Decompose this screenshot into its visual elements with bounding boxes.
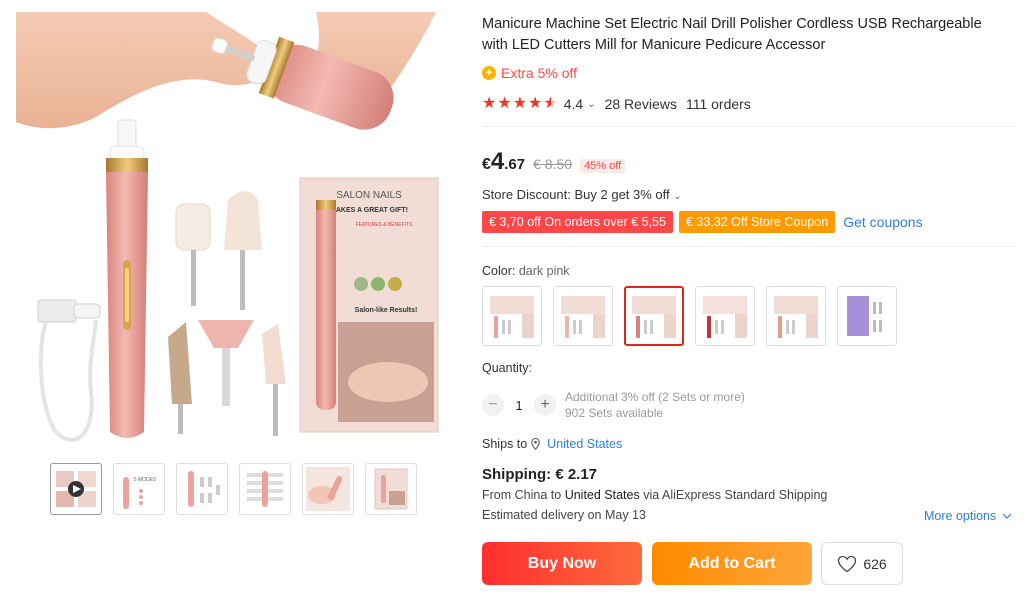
discount-badge: 45% off <box>580 159 626 173</box>
selected-color: dark pink <box>518 264 570 278</box>
star-icon: ★ <box>497 95 512 112</box>
color-swatch-2[interactable] <box>553 286 613 346</box>
thumbnail-2[interactable]: 5 MODES <box>113 463 165 515</box>
thumbnail-strip: 5 MODES <box>50 463 417 515</box>
divider <box>482 126 1016 127</box>
usage-thumb-icon <box>306 467 350 511</box>
quantity-notes: Additional 3% off (2 Sets or more) 902 S… <box>565 389 745 421</box>
swatch-image-icon <box>632 296 676 338</box>
color-label-text: Color: <box>482 264 516 278</box>
product-title: Manicure Machine Set Electric Nail Drill… <box>482 16 982 53</box>
shipping-from: From China to <box>482 488 562 502</box>
increase-quantity-button[interactable]: + <box>534 394 556 416</box>
more-shipping-options[interactable]: More options <box>924 509 1012 523</box>
location-pin-icon <box>531 438 540 450</box>
color-swatch-6[interactable] <box>837 286 897 346</box>
bulk-discount-note: Additional 3% off (2 Sets or more) <box>565 390 745 404</box>
color-swatch-5[interactable] <box>766 286 826 346</box>
modes-thumb-icon: 5 MODES <box>123 477 157 509</box>
extra-discount-label: Extra 5% off <box>501 65 578 81</box>
quantity-stepper: − 1 + Additional 3% off (2 Sets or more)… <box>482 389 745 421</box>
buy-now-button[interactable]: Buy Now <box>482 542 642 585</box>
color-swatch-1[interactable] <box>482 286 542 346</box>
shipping-via: via AliExpress Standard Shipping <box>643 488 828 502</box>
swatch-image-icon <box>561 296 605 338</box>
swatch-image-icon <box>703 296 747 338</box>
thumb-label: 5 MODES <box>134 477 157 483</box>
star-icon: ★ <box>528 95 543 112</box>
stock-available: 902 Sets available <box>565 406 664 420</box>
price: € 4 .67 € 8.50 45% off <box>482 148 626 176</box>
wishlist-count: 626 <box>863 555 887 572</box>
main-product-image[interactable]: SALON NAILS MAKES A GREAT GIFT! FEATURES… <box>16 12 452 452</box>
ships-to-label: Ships to <box>482 437 528 451</box>
half-star-icon: ★ <box>543 95 558 112</box>
quantity-value[interactable]: 1 <box>504 398 534 413</box>
color-swatch-3-selected[interactable] <box>624 286 684 346</box>
shipping-route: From China to United States via AliExpre… <box>482 488 827 502</box>
specs-thumb-icon <box>247 471 283 507</box>
box-thumb-icon <box>374 468 408 510</box>
box-heading: SALON NAILS <box>336 190 402 201</box>
thumbnail-1[interactable] <box>50 463 102 515</box>
coin-plus-icon: + <box>482 66 496 80</box>
extra-discount: + Extra 5% off <box>482 65 577 81</box>
chevron-down-icon: ⌄ <box>673 191 682 202</box>
shipping-destination: United States <box>564 488 640 502</box>
box-sub: MAKES A GREAT GIFT! <box>330 207 408 214</box>
swatch-image-icon <box>774 296 818 338</box>
rating-row: ★ ★ ★ ★ ★ 4.4 ⌄ 28 Reviews 111 orders <box>482 96 751 113</box>
chevron-down-icon[interactable]: ⌄ <box>587 99 595 110</box>
divider <box>482 246 1016 247</box>
nail-drill-set-illustration: SALON NAILS MAKES A GREAT GIFT! FEATURES… <box>16 12 439 442</box>
box-features: FEATURES & BENEFITS <box>356 222 414 228</box>
star-icon: ★ <box>482 95 497 112</box>
shipping-price: Shipping: € 2.17 <box>482 466 598 483</box>
quantity-label: Quantity: <box>482 361 533 375</box>
decrease-quantity-button[interactable]: − <box>482 394 504 416</box>
chevron-down-icon <box>1002 513 1012 519</box>
thumbnail-3[interactable] <box>176 463 228 515</box>
swatch-image-icon <box>490 296 534 338</box>
estimated-delivery: Estimated delivery on May 13 <box>482 508 646 522</box>
get-coupons-link[interactable]: Get coupons <box>843 214 922 230</box>
color-swatch-4[interactable] <box>695 286 755 346</box>
coupons-row: € 3,70 off On orders over € 5,55 € 33,32… <box>482 211 923 233</box>
store-discount-text: Store Discount: Buy 2 get 3% off <box>482 187 670 202</box>
price-decimal: .67 <box>504 156 526 173</box>
thumbnail-6[interactable] <box>365 463 417 515</box>
heart-icon <box>838 555 857 572</box>
reviews-link[interactable]: 28 Reviews <box>605 96 677 112</box>
price-integer: 4 <box>490 148 505 175</box>
color-swatches <box>482 286 897 346</box>
thumbnail-5[interactable] <box>302 463 354 515</box>
bits-thumb-icon <box>188 471 220 507</box>
store-coupon[interactable]: € 33,32 Off Store Coupon <box>678 211 836 233</box>
video-thumb-icon <box>56 471 96 507</box>
ships-to: Ships to United States <box>482 437 622 451</box>
price-currency: € <box>482 156 491 173</box>
add-to-cart-button[interactable]: Add to Cart <box>652 542 812 585</box>
box-tagline: Salon-like Results! <box>355 307 418 314</box>
star-icon: ★ <box>512 95 528 112</box>
wishlist-button[interactable]: 626 <box>821 542 903 585</box>
ship-country-link[interactable]: United States <box>547 437 622 451</box>
star-rating[interactable]: ★ ★ ★ ★ ★ <box>482 96 558 112</box>
swatch-image-icon <box>847 296 882 336</box>
order-coupon[interactable]: € 3,70 off On orders over € 5,55 <box>482 211 673 233</box>
rating-value[interactable]: 4.4 <box>564 96 583 112</box>
color-label: Color: dark pink <box>482 264 570 278</box>
more-options-label: More options <box>924 509 997 523</box>
store-discount[interactable]: Store Discount: Buy 2 get 3% off ⌄ <box>482 187 682 202</box>
orders-count: 111 orders <box>685 96 751 112</box>
original-price: € 8.50 <box>533 156 573 172</box>
thumbnail-4[interactable] <box>239 463 291 515</box>
